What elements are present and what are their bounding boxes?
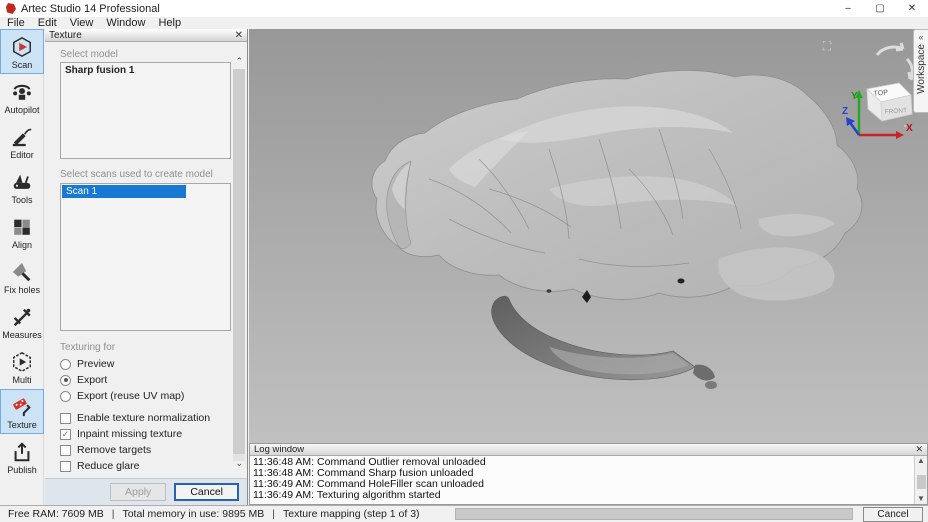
collapse-chevron-icon[interactable]: «: [918, 32, 923, 42]
menu-help[interactable]: Help: [158, 17, 181, 29]
log-window: Log window ✕ 11:36:48 AM: Command Outlie…: [249, 443, 928, 505]
sidebar-item-scan[interactable]: Scan: [0, 29, 44, 74]
align-icon: [10, 215, 34, 239]
autopilot-icon: [10, 80, 34, 104]
texture-panel-close-icon[interactable]: ✕: [235, 30, 243, 41]
menu-bar: File Edit View Window Help: [0, 17, 928, 29]
publish-icon: [10, 440, 34, 464]
checkbox-remove-targets-control[interactable]: [60, 445, 71, 456]
log-window-title: Log window: [254, 444, 304, 455]
menu-file[interactable]: File: [7, 17, 25, 29]
checkbox-reduce-glare[interactable]: Reduce glare: [60, 460, 139, 472]
status-bar: Free RAM: 7609 MB | Total memory in use:…: [0, 505, 928, 522]
minimize-button[interactable]: –: [832, 0, 864, 17]
panel-scrollbar-thumb[interactable]: [233, 69, 245, 454]
panel-scroll-down-icon[interactable]: ⌄: [235, 458, 243, 469]
fit-view-icon[interactable]: ⛶: [819, 39, 835, 53]
texture-panel-title: Texture: [49, 30, 82, 41]
sidebar-item-fix-holes[interactable]: Fix holes: [0, 254, 44, 299]
menu-window[interactable]: Window: [106, 17, 145, 29]
task-cancel-button[interactable]: Cancel: [863, 507, 923, 522]
fix-holes-icon: [10, 260, 34, 284]
checkbox-inpaint-missing-texture-control[interactable]: ✓: [60, 429, 71, 440]
free-ram-status: Free RAM: 7609 MB: [8, 508, 104, 520]
sidebar-item-autopilot[interactable]: Autopilot: [0, 74, 44, 119]
close-button[interactable]: ✕: [896, 0, 928, 17]
texture-icon: [10, 395, 34, 419]
axis-z-label: Z: [842, 106, 848, 117]
checkbox-reduce-glare-control[interactable]: [60, 461, 71, 472]
select-model-label: Select model: [60, 49, 118, 60]
artec-studio-window: Artec Studio 14 Professional – ▢ ✕ File …: [0, 0, 928, 522]
log-scrollbar-thumb[interactable]: [917, 475, 926, 489]
axis-y-label: Y: [851, 91, 858, 102]
tools-icon: [10, 170, 34, 194]
select-scans-label: Select scans used to create model: [60, 169, 213, 180]
task-status: Texture mapping (step 1 of 3): [283, 508, 420, 520]
radio-export-reuse-uv[interactable]: Export (reuse UV map): [60, 390, 184, 402]
log-scroll-down-icon[interactable]: ▼: [915, 494, 927, 504]
multi-icon: [10, 350, 34, 374]
log-entry: 11:36:49 AM: Texturing algorithm started: [253, 490, 924, 501]
sidebar-item-editor[interactable]: Editor: [0, 119, 44, 164]
memory-status: Total memory in use: 9895 MB: [122, 508, 264, 520]
menu-edit[interactable]: Edit: [38, 17, 57, 29]
panel-scrollbar[interactable]: [233, 69, 245, 461]
viewport-3d[interactable]: ⛶ Y Z X: [249, 29, 928, 443]
texture-panel-header: Texture ✕: [45, 29, 247, 42]
radio-preview-control[interactable]: [60, 359, 71, 370]
checkbox-enable-texture-normalization[interactable]: Enable texture normalization: [60, 412, 210, 424]
panel-scroll-up-icon[interactable]: ⌃: [235, 56, 243, 67]
scan-list[interactable]: Scan 1: [60, 183, 231, 331]
radio-export-control[interactable]: [60, 375, 71, 386]
radio-export-reuse-uv-control[interactable]: [60, 391, 71, 402]
model-list-item[interactable]: Sharp fusion 1: [61, 63, 230, 78]
checkbox-enable-texture-normalization-control[interactable]: [60, 413, 71, 424]
tool-sidebar: Scan Autopilot Editor Tools Align: [0, 29, 44, 505]
menu-view[interactable]: View: [70, 17, 94, 29]
scan-icon: [10, 35, 34, 59]
log-entries: 11:36:48 AM: Command Outlier removal unl…: [250, 456, 927, 502]
workspace-tab-label: Workspace: [916, 44, 927, 94]
scan-model-3d[interactable]: [249, 29, 928, 443]
task-progress-bar: [455, 508, 853, 520]
maximize-button[interactable]: ▢: [864, 0, 896, 17]
sidebar-item-measures[interactable]: Measures: [0, 299, 44, 344]
texture-panel: Texture ✕ Select model Sharp fusion 1 Se…: [45, 29, 248, 505]
checkbox-inpaint-missing-texture[interactable]: ✓ Inpaint missing texture: [60, 428, 182, 440]
orbit-mode-icon[interactable]: ◔: [901, 121, 908, 133]
window-title: Artec Studio 14 Professional: [21, 3, 160, 15]
log-scroll-up-icon[interactable]: ▲: [915, 456, 927, 466]
app-logo-icon: [6, 3, 16, 14]
editor-icon: [10, 125, 34, 149]
radio-export[interactable]: Export: [60, 374, 107, 386]
sidebar-item-align[interactable]: Align: [0, 209, 44, 254]
texturing-for-label: Texturing for: [60, 342, 115, 353]
sidebar-item-texture[interactable]: Texture: [0, 389, 44, 434]
measures-icon: [10, 305, 34, 329]
workspace-tab[interactable]: « Workspace: [913, 29, 928, 113]
log-window-close-icon[interactable]: ✕: [915, 444, 923, 455]
sidebar-item-multi[interactable]: Multi: [0, 344, 44, 389]
panel-button-bar: Apply Cancel: [45, 478, 247, 505]
sidebar-item-publish[interactable]: Publish: [0, 434, 44, 479]
scan-list-item-selected[interactable]: Scan 1: [62, 185, 186, 198]
cancel-button[interactable]: Cancel: [174, 483, 239, 501]
radio-preview[interactable]: Preview: [60, 358, 114, 370]
model-list[interactable]: Sharp fusion 1: [60, 62, 231, 159]
log-scrollbar[interactable]: ▲ ▼: [914, 456, 927, 504]
sidebar-item-tools[interactable]: Tools: [0, 164, 44, 209]
checkbox-remove-targets[interactable]: Remove targets: [60, 444, 151, 456]
apply-button[interactable]: Apply: [110, 483, 166, 501]
log-window-header: Log window ✕: [250, 444, 927, 456]
title-bar: Artec Studio 14 Professional – ▢ ✕: [0, 0, 928, 17]
